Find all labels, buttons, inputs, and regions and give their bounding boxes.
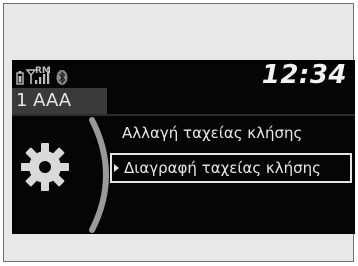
settings-gear-icon (21, 143, 69, 191)
clock-time: 12:34 (261, 60, 347, 90)
display-screen: RM 12:34 1 AAA Αλλαγή ταχείας κλήσης Δια… (12, 60, 355, 234)
status-icons: RM (16, 66, 68, 85)
roaming-indicator: RM (35, 66, 51, 76)
selection-pointer-icon (114, 164, 119, 172)
menu-item-delete-speed-dial[interactable]: Διαγραφή ταχείας κλήσης (110, 153, 352, 183)
bluetooth-icon (56, 70, 68, 85)
figure-frame: RM 12:34 1 AAA Αλλαγή ταχείας κλήσης Δια… (3, 3, 355, 262)
phone-battery-icon (16, 71, 24, 85)
menu-item-label: Διαγραφή ταχείας κλήσης (124, 159, 321, 177)
menu-item-change-speed-dial[interactable]: Αλλαγή ταχείας κλήσης (122, 124, 302, 142)
source-label: 1 AAA (12, 88, 107, 114)
